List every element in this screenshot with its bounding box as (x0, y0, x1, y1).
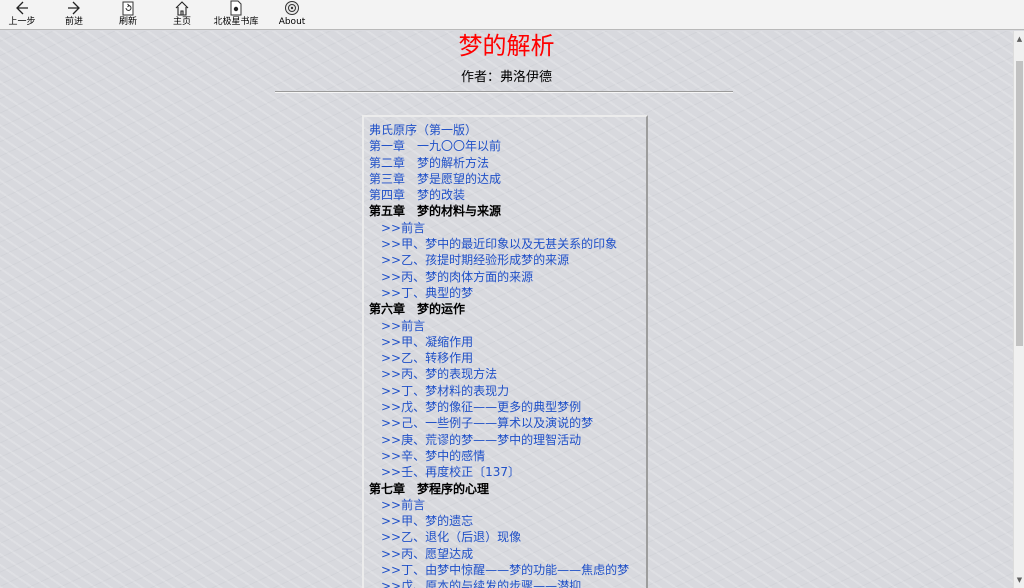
toc-link[interactable]: >>丙、愿望达成 (369, 546, 646, 562)
toolbar: 上一步 前进 刷新 主页 北极星书库 About (0, 0, 1024, 30)
arrow-left-icon (16, 1, 28, 15)
toc-link[interactable]: 第二章 梦的解析方法 (369, 155, 646, 171)
back-label: 上一步 (8, 17, 36, 27)
library-button[interactable]: 北极星书库 (213, 0, 259, 30)
page-content: 梦的解析 作者：弗洛伊德 弗氏原序（第一版） 第一章 一九〇〇年以前 第二章 梦的解… (0, 31, 1013, 588)
toc-link[interactable]: >>丙、梦的表现方法 (369, 366, 646, 382)
toc-link[interactable]: 第四章 梦的改装 (369, 187, 646, 203)
home-button[interactable]: 主页 (160, 0, 204, 30)
toc-link[interactable]: >>丁、梦材料的表现力 (369, 383, 646, 399)
toc-chapter-heading: 第七章 梦程序的心理 (369, 481, 490, 496)
toc-link[interactable]: 第三章 梦是愿望的达成 (369, 171, 646, 187)
scrollbar-thumb[interactable] (1016, 61, 1023, 346)
toc-link[interactable]: >>壬、再度校正〔137〕 (369, 464, 646, 480)
back-button[interactable]: 上一步 (0, 0, 44, 30)
toc-link[interactable]: >>戊、原本的与续发的步骤——潜抑 (369, 578, 646, 588)
toc-link[interactable]: >>甲、梦中的最近印象以及无甚关系的印象 (369, 236, 646, 252)
refresh-button[interactable]: 刷新 (106, 0, 150, 30)
info-icon (285, 1, 299, 15)
home-label: 主页 (172, 17, 191, 27)
toc-link[interactable]: >>己、一些例子——算术以及演说的梦 (369, 415, 646, 431)
toc-link[interactable]: >>甲、梦的遗忘 (369, 513, 646, 529)
toc-link[interactable]: >>辛、梦中的感情 (369, 448, 646, 464)
forward-button[interactable]: 前进 (52, 0, 96, 30)
toc-chapter-heading: 第五章 梦的材料与来源 (369, 204, 502, 219)
toc-link[interactable]: >>乙、孩提时期经验形成梦的来源 (369, 252, 646, 268)
toc-link[interactable]: >>丁、由梦中惊醒——梦的功能——焦虑的梦 (369, 562, 646, 578)
scroll-up-icon[interactable]: ▲ (1015, 33, 1024, 45)
toc-link[interactable]: >>丁、典型的梦 (369, 285, 646, 301)
about-label: About (278, 17, 306, 27)
toc-chapter-heading: 第六章 梦的运作 (369, 302, 466, 317)
table-of-contents: 弗氏原序（第一版） 第一章 一九〇〇年以前 第二章 梦的解析方法 第三章 梦是愿望的达… (362, 115, 648, 588)
toc-link[interactable]: >>甲、凝缩作用 (369, 334, 646, 350)
toc-link[interactable]: >>庚、荒谬的梦——梦中的理智活动 (369, 432, 646, 448)
forward-label: 前进 (64, 17, 83, 27)
arrow-right-icon (68, 1, 80, 15)
toc-link[interactable]: 弗氏原序（第一版） (369, 122, 646, 138)
document-icon (230, 0, 242, 16)
scroll-down-icon[interactable]: ▼ (1015, 574, 1024, 586)
toc-link[interactable]: 第一章 一九〇〇年以前 (369, 138, 646, 154)
refresh-label: 刷新 (118, 17, 137, 27)
home-icon (175, 1, 189, 16)
toc-link[interactable]: >>前言 (369, 318, 646, 334)
refresh-icon (122, 1, 134, 16)
toc-link[interactable]: >>前言 (369, 220, 646, 236)
toc-link[interactable]: >>前言 (369, 497, 646, 513)
library-label: 北极星书库 (213, 17, 259, 27)
toc-link[interactable]: >>戊、梦的像征——更多的典型梦例 (369, 399, 646, 415)
about-button[interactable]: About (270, 0, 314, 30)
toc-link[interactable]: >>丙、梦的肉体方面的来源 (369, 269, 646, 285)
vertical-scrollbar[interactable]: ▲ ▼ (1013, 31, 1024, 588)
toc-link[interactable]: >>乙、退化（后退）现像 (369, 529, 646, 545)
page-title: 梦的解析 (458, 32, 555, 60)
divider (275, 91, 733, 93)
author-line: 作者：弗洛伊德 (460, 70, 552, 85)
toc-link[interactable]: >>乙、转移作用 (369, 350, 646, 366)
